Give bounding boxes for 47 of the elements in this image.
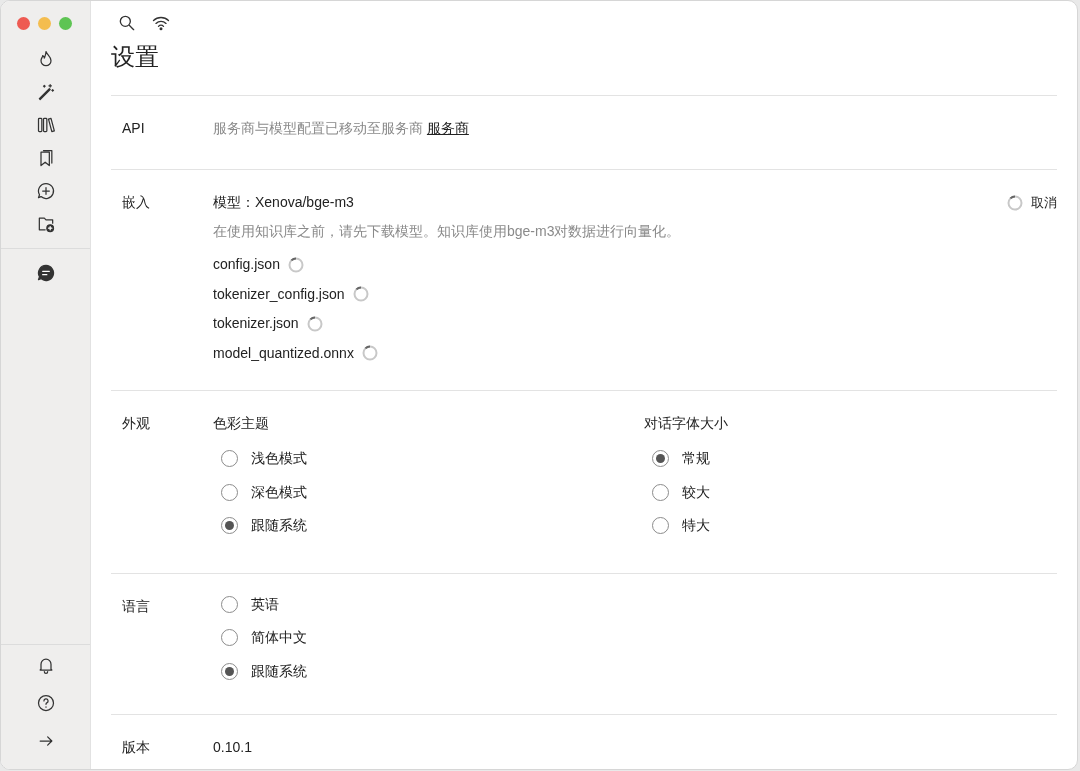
radio-button[interactable] xyxy=(221,517,238,535)
radio-label: 特大 xyxy=(682,516,710,536)
section-label: 外观 xyxy=(122,414,151,433)
radio-label: 深色模式 xyxy=(251,482,307,502)
page-title: 设置 xyxy=(111,42,160,72)
radio-label: 跟随系统 xyxy=(251,516,307,536)
model-description: 在使用知识库之前，请先下载模型。知识库使用bge-m3对数据进行向量化。 xyxy=(213,222,682,241)
file-name: config.json xyxy=(213,255,280,275)
search-icon[interactable] xyxy=(117,13,137,33)
loading-spinner-icon xyxy=(352,286,369,303)
radio-button[interactable] xyxy=(221,662,238,680)
radio-label: 英语 xyxy=(251,594,279,614)
books-icon[interactable] xyxy=(35,115,56,135)
loading-spinner-icon xyxy=(1007,194,1023,211)
file-name: tokenizer.json xyxy=(213,314,299,334)
radio-label: 浅色模式 xyxy=(251,449,307,469)
file-name: model_quantized.onnx xyxy=(213,343,354,363)
close-window-button[interactable] xyxy=(17,17,30,30)
radio-button[interactable] xyxy=(221,450,238,468)
group-title: 色彩主题 xyxy=(213,414,270,433)
section-label: 嵌入 xyxy=(122,193,151,212)
chat-add-icon[interactable] xyxy=(35,181,56,201)
version-number: 0.10.1 xyxy=(213,739,252,755)
radio-label: 简体中文 xyxy=(251,628,307,648)
section-label: 版本 xyxy=(122,738,151,757)
help-icon[interactable] xyxy=(35,693,56,713)
provider-link[interactable]: 服务商 xyxy=(426,120,469,136)
group-title: 对话字体大小 xyxy=(644,414,728,433)
chat-bubble-icon[interactable] xyxy=(35,263,56,283)
radio-button[interactable] xyxy=(652,483,669,501)
section-label: API xyxy=(122,119,146,138)
cancel-button[interactable]: 取消 xyxy=(1007,192,1057,213)
radio-label: 常规 xyxy=(682,449,710,469)
section-label: 语言 xyxy=(122,596,151,616)
radio-button[interactable] xyxy=(221,629,238,647)
model-name: 模型：Xenova/bge-m3 xyxy=(213,193,354,212)
radio-button[interactable] xyxy=(652,517,669,535)
radio-label: 较大 xyxy=(682,482,710,502)
loading-spinner-icon xyxy=(287,256,304,273)
radio-button[interactable] xyxy=(221,595,238,613)
radio-label: 跟随系统 xyxy=(251,661,307,681)
radio-button[interactable] xyxy=(221,483,238,501)
api-notice: 服务商与模型配置已移动至服务商 xyxy=(213,120,424,136)
loading-spinner-icon xyxy=(361,345,378,362)
file-name: tokenizer_config.json xyxy=(213,284,345,304)
loading-spinner-icon xyxy=(306,315,323,332)
radio-button[interactable] xyxy=(652,450,669,468)
